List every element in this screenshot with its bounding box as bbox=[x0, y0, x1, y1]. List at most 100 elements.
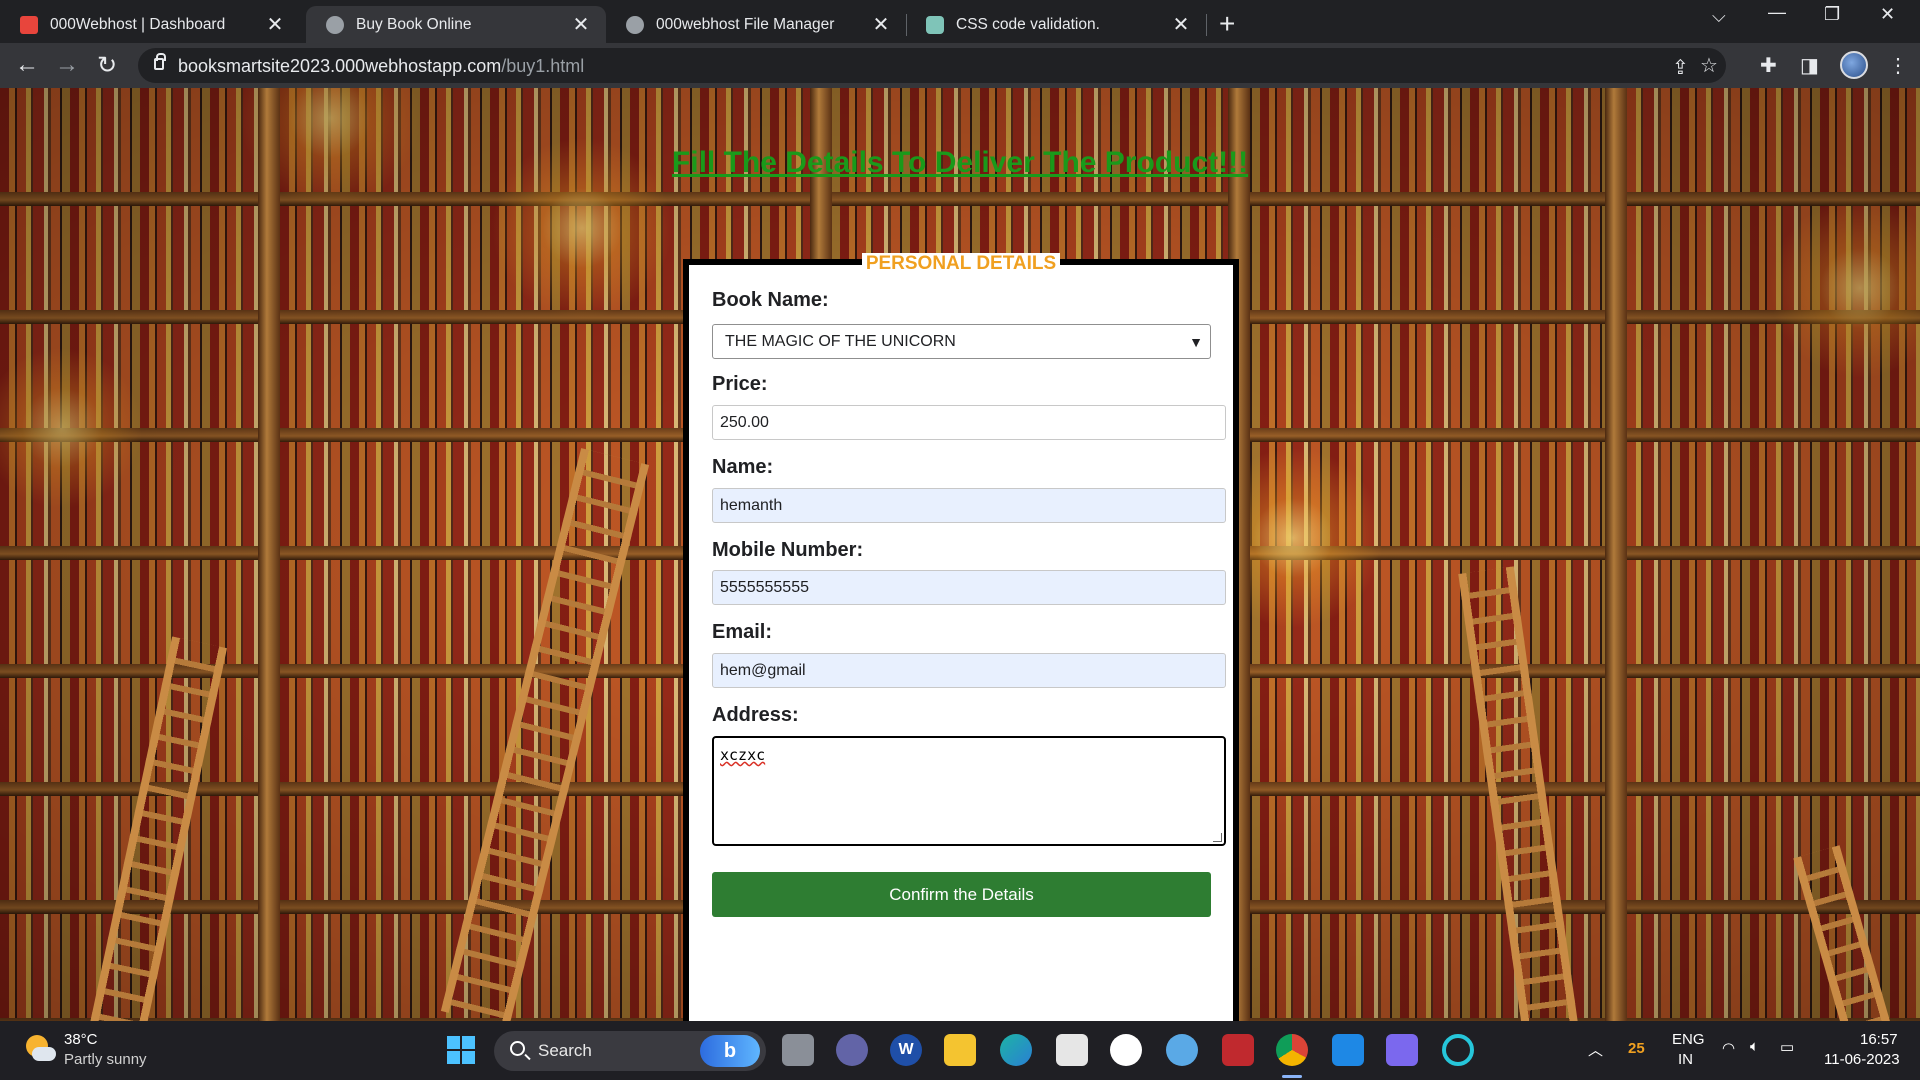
bing-icon[interactable]: b bbox=[700, 1035, 760, 1067]
price-field[interactable]: 250.00 bbox=[712, 405, 1226, 440]
personal-details-form: PERSONAL DETAILS Book Name: THE MAGIC OF… bbox=[683, 253, 1239, 1021]
close-tab-icon[interactable]: ✕ bbox=[570, 12, 592, 37]
url-path: /buy1.html bbox=[501, 56, 585, 76]
start-windows-icon[interactable] bbox=[445, 1034, 477, 1066]
messenger-app-icon[interactable] bbox=[1166, 1034, 1198, 1066]
mobile-number-label: Mobile Number: bbox=[712, 539, 864, 561]
side-panel-icon[interactable]: ◨ bbox=[1800, 53, 1819, 78]
browser-toolbar: ← → ↻ booksmartsite2023.000webhostapp.co… bbox=[0, 43, 1920, 88]
task-view-icon[interactable] bbox=[782, 1034, 814, 1066]
file-explorer-icon[interactable] bbox=[944, 1034, 976, 1066]
close-tab-icon[interactable]: ✕ bbox=[870, 12, 892, 37]
name-value: hemanth bbox=[720, 496, 783, 514]
tab-separator bbox=[1206, 14, 1207, 36]
address-bar[interactable]: booksmartsite2023.000webhostapp.com/buy1… bbox=[138, 48, 1726, 83]
search-label: Search bbox=[538, 1041, 592, 1060]
microsoft-store-icon[interactable] bbox=[1056, 1034, 1088, 1066]
ladder-illustration bbox=[1793, 845, 1895, 1021]
windows-taskbar: 38°C Partly sunny Search b W ︿ 25 ENG IN… bbox=[0, 1021, 1920, 1080]
new-tab-button[interactable]: + bbox=[1219, 8, 1235, 40]
book-name-selected-value: THE MAGIC OF THE UNICORN bbox=[725, 332, 956, 350]
region-code[interactable]: IN bbox=[1678, 1051, 1693, 1068]
bookmark-star-icon[interactable]: ☆ bbox=[1700, 53, 1718, 78]
chrome-browser-icon[interactable] bbox=[1276, 1034, 1308, 1066]
email-label: Email: bbox=[712, 621, 773, 643]
profile-avatar[interactable] bbox=[1840, 51, 1868, 79]
weather-condition[interactable]: Partly sunny bbox=[64, 1051, 147, 1068]
tab-strip: 000Webhost | Dashboard ✕ Buy Book Online… bbox=[0, 0, 1920, 43]
name-field[interactable]: hemanth bbox=[712, 488, 1226, 523]
close-tab-icon[interactable]: ✕ bbox=[264, 12, 286, 37]
url-host: booksmartsite2023.000webhostapp.com bbox=[178, 56, 502, 76]
tab-webhost-dashboard[interactable]: 000Webhost | Dashboard ✕ bbox=[0, 6, 300, 43]
confirm-details-button[interactable]: Confirm the Details bbox=[712, 872, 1211, 917]
validator-favicon-icon bbox=[926, 15, 944, 34]
word-app-icon[interactable]: W bbox=[890, 1034, 922, 1066]
webhost-favicon-icon bbox=[20, 15, 38, 34]
price-label: Price: bbox=[712, 373, 768, 395]
partly-sunny-weather-icon[interactable] bbox=[24, 1035, 56, 1065]
extensions-puzzle-icon[interactable]: ✚ bbox=[1760, 53, 1777, 78]
book-name-label: Book Name: bbox=[712, 289, 829, 311]
ladder-illustration bbox=[1458, 566, 1578, 1021]
email-value: hem@gmail bbox=[720, 661, 806, 679]
battery-icon[interactable]: ▭ bbox=[1780, 1038, 1794, 1056]
language-code[interactable]: ENG bbox=[1672, 1031, 1705, 1048]
legend-text: PERSONAL DETAILS bbox=[861, 253, 1061, 274]
book-name-select[interactable]: THE MAGIC OF THE UNICORN ▼ bbox=[712, 324, 1211, 359]
window-close-icon[interactable]: ✕ bbox=[1880, 4, 1895, 25]
tab-title: 000webhost File Manager bbox=[656, 15, 835, 33]
address-textarea[interactable]: xczxc bbox=[712, 736, 1226, 846]
tab-title: CSS code validation. bbox=[956, 15, 1100, 33]
tab-search-chevron-icon[interactable]: ⌵ bbox=[1712, 6, 1726, 27]
mcafee-shield-icon[interactable] bbox=[1222, 1034, 1254, 1066]
mobile-number-value: 5555555555 bbox=[720, 578, 809, 596]
tab-title: Buy Book Online bbox=[356, 15, 472, 33]
url-text[interactable]: booksmartsite2023.000webhostapp.com/buy1… bbox=[178, 56, 584, 77]
lock-icon[interactable] bbox=[154, 53, 166, 70]
taskbar-search-box[interactable]: Search b bbox=[494, 1031, 766, 1071]
price-value: 250.00 bbox=[720, 413, 769, 431]
address-value: xczxc bbox=[720, 746, 766, 764]
name-label: Name: bbox=[712, 456, 774, 478]
active-app-indicator bbox=[1282, 1075, 1302, 1078]
edge-browser-icon[interactable] bbox=[1000, 1034, 1032, 1066]
globe-favicon-icon bbox=[326, 15, 344, 34]
reload-icon[interactable]: ↻ bbox=[92, 51, 122, 80]
teams-chat-icon[interactable] bbox=[836, 1034, 868, 1066]
restore-icon[interactable]: ❐ bbox=[1824, 4, 1840, 25]
resize-grip-icon[interactable] bbox=[1213, 833, 1222, 842]
terminal-app-icon[interactable] bbox=[1332, 1034, 1364, 1066]
ladder-illustration bbox=[440, 448, 650, 1021]
page-viewport: Fill The Details To Deliver The Product!… bbox=[0, 88, 1920, 1021]
page-heading: Fill The Details To Deliver The Product!… bbox=[671, 146, 1249, 179]
cortana-icon[interactable] bbox=[1442, 1034, 1474, 1066]
github-app-icon[interactable] bbox=[1110, 1034, 1142, 1066]
share-icon[interactable]: ⇪ bbox=[1672, 55, 1689, 80]
form-legend: PERSONAL DETAILS bbox=[689, 253, 1233, 275]
address-label: Address: bbox=[712, 704, 799, 726]
search-icon bbox=[510, 1041, 525, 1056]
chevron-down-icon: ▼ bbox=[1189, 333, 1203, 350]
tab-file-manager[interactable]: 000webhost File Manager ✕ bbox=[606, 6, 906, 43]
email-field[interactable]: hem@gmail bbox=[712, 653, 1226, 688]
tray-badge[interactable]: 25 bbox=[1628, 1040, 1645, 1057]
power-automate-icon[interactable] bbox=[1386, 1034, 1418, 1066]
menu-kebab-icon[interactable]: ⋮ bbox=[1888, 53, 1908, 78]
tab-buy-book-online[interactable]: Buy Book Online ✕ bbox=[306, 6, 606, 43]
minimize-icon[interactable]: — bbox=[1768, 2, 1786, 23]
clock-time[interactable]: 16:57 bbox=[1860, 1031, 1898, 1048]
wifi-icon[interactable]: ◠ bbox=[1722, 1039, 1735, 1057]
ladder-illustration bbox=[89, 636, 227, 1021]
back-arrow-icon[interactable]: ← bbox=[12, 51, 42, 79]
globe-favicon-icon bbox=[626, 15, 644, 34]
close-tab-icon[interactable]: ✕ bbox=[1170, 12, 1192, 37]
forward-arrow-icon[interactable]: → bbox=[52, 51, 82, 79]
weather-temperature[interactable]: 38°C bbox=[64, 1031, 98, 1048]
tab-title: 000Webhost | Dashboard bbox=[50, 15, 226, 33]
clock-date[interactable]: 11-06-2023 bbox=[1824, 1051, 1900, 1068]
mobile-number-field[interactable]: 5555555555 bbox=[712, 570, 1226, 605]
tray-overflow-chevron-icon[interactable]: ︿ bbox=[1588, 1039, 1603, 1060]
volume-icon[interactable]: 🔈︎ bbox=[1750, 1038, 1759, 1055]
tab-css-validation[interactable]: CSS code validation. ✕ bbox=[906, 6, 1206, 43]
